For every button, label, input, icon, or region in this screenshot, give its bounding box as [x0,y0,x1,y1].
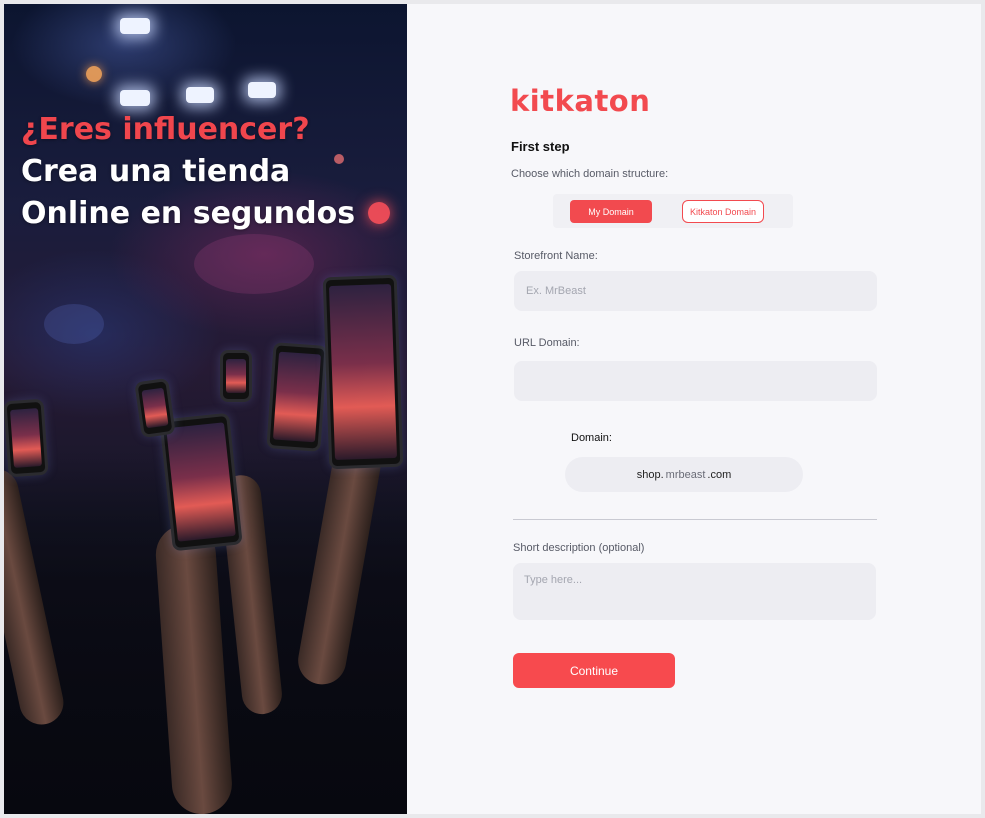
continue-button[interactable]: Continue [513,653,675,688]
stage-light [120,18,150,34]
my-domain-button[interactable]: My Domain [570,200,652,223]
short-description-label: Short description (optional) [513,542,645,554]
stage-light [120,90,150,106]
stage-light [248,82,276,98]
storefront-name-input[interactable] [514,271,877,311]
bokeh-light [86,66,102,82]
bokeh-light [44,304,104,344]
domain-preview: shop. mrbeast .com [565,457,803,492]
hero-headline-line: Crea una tienda [21,154,291,189]
domain-suffix: .com [707,468,732,481]
bokeh-light [194,234,314,294]
kitkaton-domain-button[interactable]: Kitkaton Domain [682,200,764,223]
phone-in-hand [322,274,404,470]
hero-headline: ¿Eres influencer? Crea una tienda Online… [21,109,401,235]
phone-screen [226,359,246,393]
phone-screen [272,351,322,443]
step-title: First step [511,139,570,154]
short-description-textarea[interactable] [513,563,876,620]
hero-image: ¿Eres influencer? Crea una tienda Online… [4,4,407,814]
phone-screen [141,387,169,429]
section-divider [513,519,877,520]
domain-preview-label: Domain: [571,432,612,444]
domain-structure-label: Choose which domain structure: [511,168,669,180]
phone-in-hand [159,412,243,552]
phone-in-hand [220,350,252,402]
phone-screen [328,283,398,461]
phone-in-hand [134,377,176,439]
domain-structure-toggle: My Domain Kitkaton Domain [553,194,793,228]
phone-screen [166,422,236,542]
url-domain-label: URL Domain: [514,337,580,349]
url-domain-input[interactable] [514,361,877,401]
hero-headline-line: Online en segundos [21,196,356,231]
domain-prefix: shop. [636,468,664,481]
stage-light [186,87,214,103]
phone-screen [10,408,42,468]
app-frame: ¿Eres influencer? Crea una tienda Online… [4,4,981,814]
domain-name: mrbeast [665,468,706,481]
signup-panel: kitkaton First step Choose which domain … [407,4,981,814]
hero-headline-accent: ¿Eres influencer? [21,112,310,147]
brand-logo: kitkaton [510,84,651,118]
phone-in-hand [4,398,49,478]
storefront-name-label: Storefront Name: [514,250,598,262]
phone-in-hand [266,342,328,452]
